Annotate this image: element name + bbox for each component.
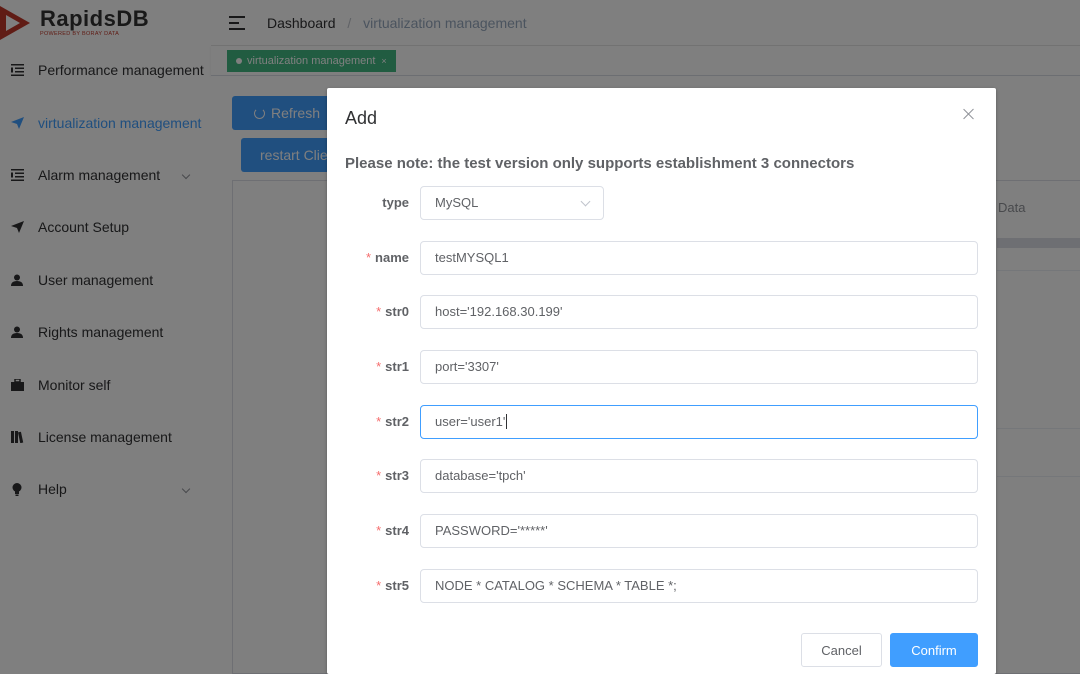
str4-label: * str4 xyxy=(376,523,409,538)
type-select-value: MySQL xyxy=(435,195,479,210)
cancel-button[interactable]: Cancel xyxy=(801,633,882,667)
confirm-label: Confirm xyxy=(911,642,957,658)
form-row-name: * name testMYSQL1 xyxy=(327,241,996,275)
str1-label: * str1 xyxy=(376,359,409,374)
str0-input[interactable] xyxy=(420,295,978,329)
str0-label: * str0 xyxy=(376,304,409,319)
type-label: type xyxy=(382,195,409,210)
name-input[interactable] xyxy=(420,241,978,275)
form-row-str1: * str1 port='3307' xyxy=(327,350,996,384)
form-row-str2: * str2 user='user1' xyxy=(327,405,996,439)
str2-input[interactable] xyxy=(420,405,978,439)
str4-input[interactable] xyxy=(420,514,978,548)
str2-label: * str2 xyxy=(376,414,409,429)
str5-input[interactable] xyxy=(420,569,978,603)
str5-label: * str5 xyxy=(376,578,409,593)
add-connector-dialog: Add Please note: the test version only s… xyxy=(327,88,996,674)
form-row-type: type MySQL xyxy=(327,186,996,220)
str1-input[interactable] xyxy=(420,350,978,384)
form-row-str5: * str5 NODE * CATALOG * SCHEMA * TABLE *; xyxy=(327,569,996,603)
confirm-button[interactable]: Confirm xyxy=(890,633,978,667)
type-select[interactable]: MySQL xyxy=(420,186,604,220)
dialog-note: Please note: the test version only suppo… xyxy=(345,155,855,172)
cancel-label: Cancel xyxy=(821,642,862,658)
dialog-title: Add xyxy=(345,108,378,128)
form-row-str3: * str3 database='tpch' xyxy=(327,459,996,493)
chevron-down-icon xyxy=(580,196,591,207)
close-icon[interactable] xyxy=(962,107,976,121)
str3-input[interactable] xyxy=(420,459,978,493)
form-row-str0: * str0 host='192.168.30.199' xyxy=(327,295,996,329)
form-row-str4: * str4 PASSWORD='*****' xyxy=(327,514,996,548)
name-label: * name xyxy=(365,250,409,265)
str3-label: * str3 xyxy=(376,468,409,483)
